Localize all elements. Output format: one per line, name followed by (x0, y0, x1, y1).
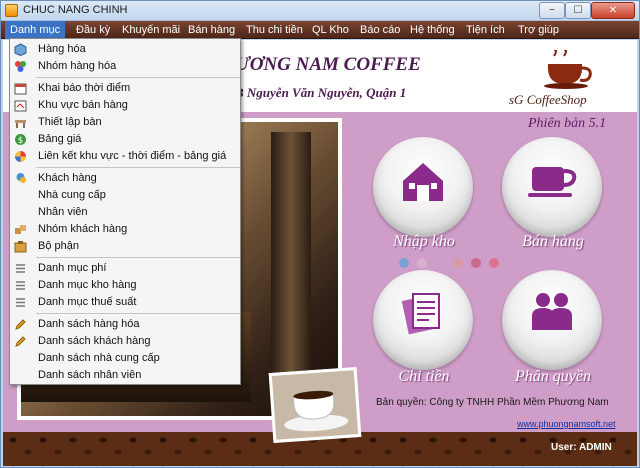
tile-phan-quyen[interactable] (502, 270, 602, 370)
menu-item-nha-cung-cap[interactable]: Nhà cung cấp (10, 187, 240, 204)
tile-label-chi-tien: Chi tiền (398, 368, 450, 385)
menu-separator (36, 167, 240, 168)
maximize-button[interactable]: ☐ (565, 2, 591, 19)
current-user: User: ADMIN (551, 442, 612, 453)
tile-ban-hang[interactable] (502, 137, 602, 237)
menu-item-danh-sach-khach-hang[interactable]: Danh sách khách hàng (10, 333, 240, 350)
menu-item-danh-sach-nhan-vien[interactable]: Danh sách nhân viên (10, 367, 240, 384)
menu-thu-chi-tien[interactable]: Thu chi tiền (241, 21, 308, 39)
menu-tro-giup[interactable]: Trợ giúp (513, 21, 564, 39)
tile-label-phan-quyen: Phân quyền (515, 368, 591, 385)
menu-item-danh-sach-hang-hoa[interactable]: Danh sách hàng hóa (10, 316, 240, 333)
calendar-area-icon (14, 100, 27, 112)
menu-item-danh-sach-nha-cung-cap[interactable]: Danh sách nhà cung cấp (10, 350, 240, 367)
menu-item-danh-muc-thue-suat[interactable]: Danh mục thuế suất (10, 294, 240, 311)
menu-item-khu-vuc-ban-hang[interactable]: Khu vực bán hàng (10, 97, 240, 114)
menu-separator (36, 77, 240, 78)
menu-separator (36, 257, 240, 258)
menu-item-nhom-khach-hang[interactable]: Nhóm khách hàng (10, 221, 240, 238)
pencil-icon (15, 336, 26, 347)
app-window: CHUC NANG CHINH − ☐ ✕ Danh mục Đầu kỳ Kh… (0, 0, 640, 468)
tile-nhap-kho[interactable] (373, 137, 473, 237)
list-icon (16, 264, 25, 273)
coffee-cup-icon (528, 167, 577, 197)
menu-item-bo-phan[interactable]: Bộ phận (10, 238, 240, 255)
link-icon (15, 151, 26, 162)
group-items-icon (15, 61, 26, 72)
close-button[interactable]: ✕ (591, 2, 635, 19)
warehouse-icon (403, 163, 443, 201)
menu-item-danh-muc-phi[interactable]: Danh mục phí (10, 260, 240, 277)
department-icon (14, 241, 27, 253)
menu-khuyen-mai[interactable]: Khuyến mãi (117, 21, 185, 39)
menu-item-khai-bao-thoi-diem[interactable]: Khai báo thời điểm (10, 80, 240, 97)
decorative-dots (399, 258, 509, 270)
svg-text:$: $ (18, 136, 24, 146)
logo-text: sG CoffeeShop (509, 92, 587, 107)
company-address: B Nguyễn Văn Nguyễn, Quận 1 (235, 85, 407, 100)
copyright-text: Bản quyền: Công ty TNHH Phần Mềm Phương … (376, 397, 609, 408)
list-icon (16, 281, 25, 290)
company-name: ƯƠNG NAM COFFEE (235, 54, 421, 75)
money-icon: $ (15, 134, 26, 146)
menu-item-lien-ket[interactable]: Liên kết khu vực - thời điểm - bảng giá (10, 148, 240, 165)
documents-icon (401, 293, 440, 335)
menu-item-danh-muc-kho-hang[interactable]: Danh mục kho hàng (10, 277, 240, 294)
menu-item-khach-hang[interactable]: Khách hàng (10, 170, 240, 187)
customer-icon (16, 173, 26, 183)
menu-danh-muc[interactable]: Danh mục (5, 21, 66, 39)
menu-tien-ich[interactable]: Tiện ích (461, 21, 510, 39)
menu-ql-kho[interactable]: QL Kho (307, 21, 354, 39)
menu-bao-cao[interactable]: Báo cáo (355, 21, 405, 39)
minimize-button[interactable]: − (539, 2, 565, 19)
tile-label-ban-hang: Bán hàng (522, 233, 584, 250)
menu-item-thiet-lap-ban[interactable]: Thiết lập bàn (10, 114, 240, 131)
menu-item-nhom-hang-hoa[interactable]: Nhóm hàng hóa (10, 58, 240, 75)
tile-label-nhap-kho: Nhập kho (393, 233, 455, 250)
app-icon (5, 4, 18, 17)
menu-item-bang-gia[interactable]: $ Bảng giá (10, 131, 240, 148)
customer-group-icon (15, 225, 26, 234)
tile-chi-tien[interactable] (373, 270, 473, 370)
box-icon (14, 43, 27, 56)
website-link[interactable]: www.phuongnamsoft.net (517, 419, 616, 429)
menu-ban-hang[interactable]: Bán hàng (183, 21, 240, 39)
list-icon (16, 298, 25, 307)
users-icon (532, 293, 572, 330)
table-icon (15, 120, 26, 128)
title-bar[interactable]: CHUC NANG CHINH − ☐ ✕ (1, 1, 639, 21)
coffee-cup-photo (268, 367, 362, 443)
menu-item-nhan-vien[interactable]: Nhân viên (10, 204, 240, 221)
calendar-icon (14, 83, 27, 95)
version-label: Phiên bản 5.1 (528, 116, 607, 131)
menu-dau-ky[interactable]: Đầu kỳ (71, 21, 115, 39)
menu-bar: Danh mục Đầu kỳ Khuyến mãi Bán hàng Thu … (1, 21, 639, 39)
pencil-icon (15, 319, 26, 330)
menu-he-thong[interactable]: Hệ thống (405, 21, 460, 39)
menu-item-hang-hoa[interactable]: Hàng hóa (10, 41, 240, 58)
menu-separator (36, 313, 240, 314)
logo-cup-icon (544, 50, 592, 89)
window-title: CHUC NANG CHINH (23, 4, 128, 16)
danh-muc-dropdown: Hàng hóa Nhóm hàng hóa Khai báo thời điể… (9, 38, 241, 385)
